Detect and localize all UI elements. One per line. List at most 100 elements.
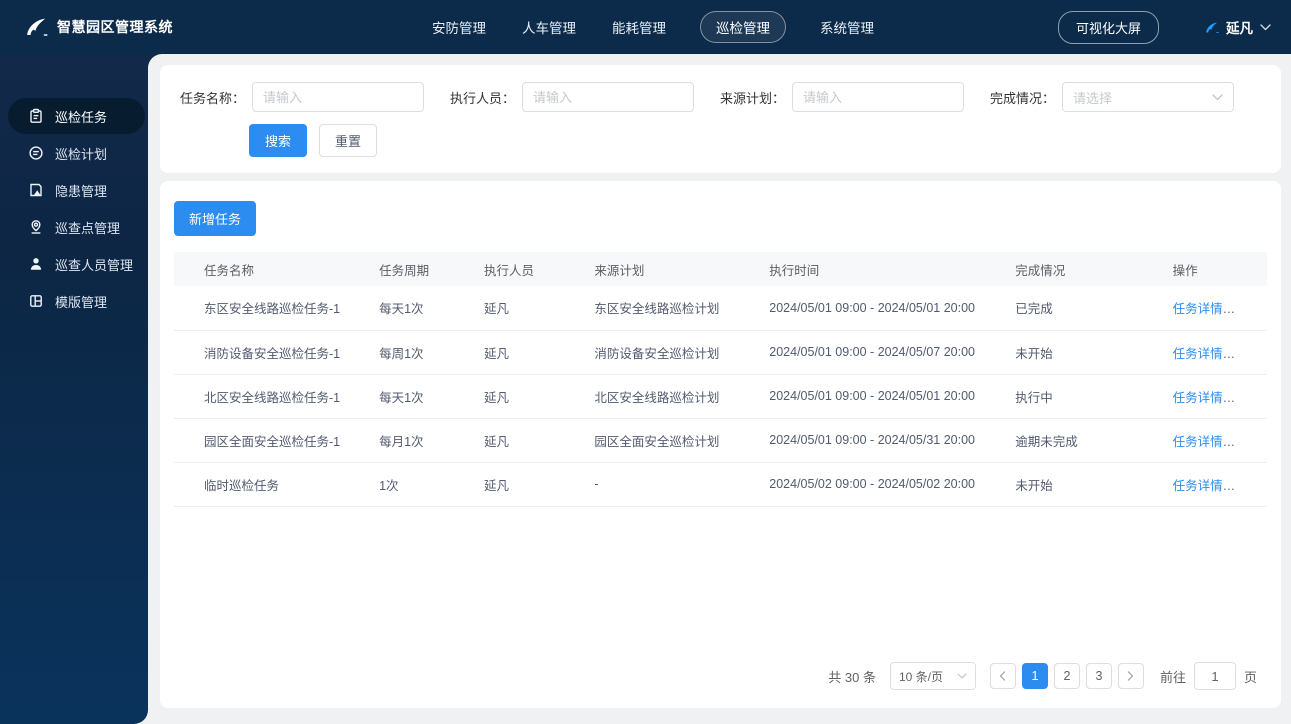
cell-source-plan: 园区全面安全巡检计划 [578, 418, 754, 463]
cell-period: 每天1次 [363, 374, 468, 419]
pagination: 共 30 条 10 条/页 1 2 3 前往 1 页 [828, 662, 1267, 690]
cell-task-name: 北区安全线路巡检任务-1 [174, 374, 364, 419]
cell-period: 1次 [363, 462, 468, 507]
sidebar-item-label: 模版管理 [55, 294, 108, 310]
col-period: 任务周期 [379, 263, 430, 278]
table-row: 东区安全线路巡检任务-1 每天1次 延凡 东区安全线路巡检计划 2024/05/… [174, 286, 1267, 331]
delete-link[interactable]: 删除 [1238, 302, 1263, 316]
chevron-down-icon [1260, 23, 1271, 31]
sidebar-item-label: 巡查人员管理 [55, 257, 134, 273]
col-exec-time: 执行时间 [769, 263, 820, 278]
cell-actions: 任务详情 删除 [1156, 374, 1267, 419]
cell-status: 未开始 [999, 330, 1157, 375]
cell-executor: 延凡 [468, 462, 579, 507]
delete-link[interactable]: 删除 [1238, 391, 1263, 405]
col-task-name: 任务名称 [204, 263, 255, 278]
task-detail-link[interactable]: 任务详情 [1173, 302, 1223, 316]
cell-task-name: 消防设备安全巡检任务-1 [174, 330, 364, 375]
col-source-plan: 来源计划 [594, 263, 645, 278]
table-row: 北区安全线路巡检任务-1 每天1次 延凡 北区安全线路巡检计划 2024/05/… [174, 374, 1267, 419]
sidebar-item-hazard-management[interactable]: 隐患管理 [8, 172, 145, 208]
prev-page-button[interactable] [989, 663, 1016, 689]
task-table: 任务名称 任务周期 执行人员 来源计划 执行时间 完成情况 操作 东区安全线路巡… [174, 252, 1267, 507]
sidebar-item-checkpoint-management[interactable]: 巡查点管理 [8, 209, 145, 245]
executor-input[interactable] [522, 82, 695, 112]
next-page-button[interactable] [1117, 663, 1144, 689]
nav-item-people-vehicle[interactable]: 人车管理 [520, 12, 578, 42]
add-task-button[interactable]: 新增任务 [174, 201, 257, 236]
status-label: 完成情况： [990, 90, 1056, 106]
goto-label: 前往 [1159, 669, 1186, 685]
user-menu[interactable]: 延凡 [1203, 17, 1271, 37]
col-executor: 执行人员 [484, 263, 535, 278]
sidebar-item-label: 巡检任务 [55, 109, 108, 125]
person-icon [28, 256, 44, 272]
sidebar-item-inspection-task[interactable]: 巡检任务 [8, 98, 145, 134]
sidebar-item-inspection-plan[interactable]: 巡检计划 [8, 135, 145, 171]
cell-status: 已完成 [999, 286, 1157, 331]
sidebar-item-label: 巡查点管理 [55, 220, 121, 236]
cell-actions: 任务详情 删除 [1156, 286, 1267, 331]
delete-link[interactable]: 删除 [1238, 479, 1263, 493]
source-plan-input[interactable] [792, 82, 965, 112]
template-icon [28, 293, 44, 309]
task-detail-link[interactable]: 任务详情 [1173, 391, 1223, 405]
filter-actions: 搜索 重置 [249, 124, 1261, 157]
nav-item-inspection[interactable]: 巡检管理 [700, 11, 786, 43]
col-status: 完成情况 [1015, 263, 1066, 278]
delete-link[interactable]: 删除 [1238, 435, 1263, 449]
cell-exec-time: 2024/05/01 09:00 - 2024/05/07 20:00 [753, 330, 1000, 375]
cell-exec-time: 2024/05/01 09:00 - 2024/05/31 20:00 [753, 418, 1000, 463]
main-content: 任务名称： 执行人员： 来源计划： 完成情况： 请选择 [148, 54, 1291, 724]
filter-task-name: 任务名称： [180, 82, 450, 112]
nav-item-security[interactable]: 安防管理 [430, 12, 488, 42]
sidebar-item-template-management[interactable]: 模版管理 [8, 283, 145, 319]
table-header-row: 任务名称 任务周期 执行人员 来源计划 执行时间 完成情况 操作 [174, 252, 1267, 286]
cell-period: 每天1次 [363, 286, 468, 331]
page-size-select[interactable]: 10 条/页 [889, 662, 976, 690]
visual-screen-button[interactable]: 可视化大屏 [1057, 10, 1159, 44]
executor-label: 执行人员： [450, 90, 516, 106]
table-row: 临时巡检任务 1次 延凡 - 2024/05/02 09:00 - 2024/0… [174, 462, 1267, 507]
cell-exec-time: 2024/05/02 09:00 - 2024/05/02 20:00 [753, 462, 1000, 507]
chevron-down-icon [957, 673, 967, 679]
filter-panel: 任务名称： 执行人员： 来源计划： 完成情况： 请选择 [160, 65, 1281, 173]
task-name-input[interactable] [252, 82, 425, 112]
user-avatar-icon [1203, 20, 1219, 35]
total-count: 共 30 条 [828, 669, 876, 685]
cell-source-plan: 东区安全线路巡检计划 [578, 286, 754, 331]
page-button-3[interactable]: 3 [1085, 663, 1112, 689]
reset-button[interactable]: 重置 [319, 124, 378, 157]
nav-item-energy[interactable]: 能耗管理 [610, 12, 668, 42]
sidebar-item-inspector-management[interactable]: 巡查人员管理 [8, 246, 145, 282]
page-size-value: 10 条/页 [898, 669, 943, 684]
table-row: 园区全面安全巡检任务-1 每月1次 延凡 园区全面安全巡检计划 2024/05/… [174, 418, 1267, 463]
task-detail-link[interactable]: 任务详情 [1173, 479, 1223, 493]
page-button-1[interactable]: 1 [1021, 663, 1048, 689]
search-button[interactable]: 搜索 [249, 124, 308, 157]
filter-status: 完成情况： 请选择 [990, 82, 1260, 112]
goto-page-input[interactable] [1193, 662, 1236, 690]
brand: 智慧园区管理系统 [22, 15, 173, 39]
task-detail-link[interactable]: 任务详情 [1173, 435, 1223, 449]
cell-executor: 延凡 [468, 418, 579, 463]
nav-item-system[interactable]: 系统管理 [818, 12, 876, 42]
cell-executor: 延凡 [468, 286, 579, 331]
page-button-2[interactable]: 2 [1053, 663, 1080, 689]
col-actions: 操作 [1172, 263, 1198, 278]
delete-link[interactable]: 删除 [1238, 347, 1263, 361]
task-detail-link[interactable]: 任务详情 [1173, 347, 1223, 361]
schedule-icon [28, 145, 44, 161]
sidebar: 巡检任务 巡检计划 隐患管理 巡查点管理 巡查人员管理 模版管理 [0, 54, 148, 724]
cell-exec-time: 2024/05/01 09:00 - 2024/05/01 20:00 [753, 286, 1000, 331]
table-row: 消防设备安全巡检任务-1 每周1次 延凡 消防设备安全巡检计划 2024/05/… [174, 330, 1267, 375]
cell-executor: 延凡 [468, 330, 579, 375]
chevron-down-icon [1212, 93, 1223, 101]
top-navbar: 智慧园区管理系统 安防管理 人车管理 能耗管理 巡检管理 系统管理 可视化大屏 … [0, 0, 1291, 54]
filter-row: 任务名称： 执行人员： 来源计划： 完成情况： 请选择 [180, 82, 1261, 112]
source-plan-label: 来源计划： [720, 90, 786, 106]
status-select[interactable]: 请选择 [1062, 82, 1235, 112]
task-name-label: 任务名称： [180, 90, 246, 106]
cell-period: 每月1次 [363, 418, 468, 463]
cell-executor: 延凡 [468, 374, 579, 419]
